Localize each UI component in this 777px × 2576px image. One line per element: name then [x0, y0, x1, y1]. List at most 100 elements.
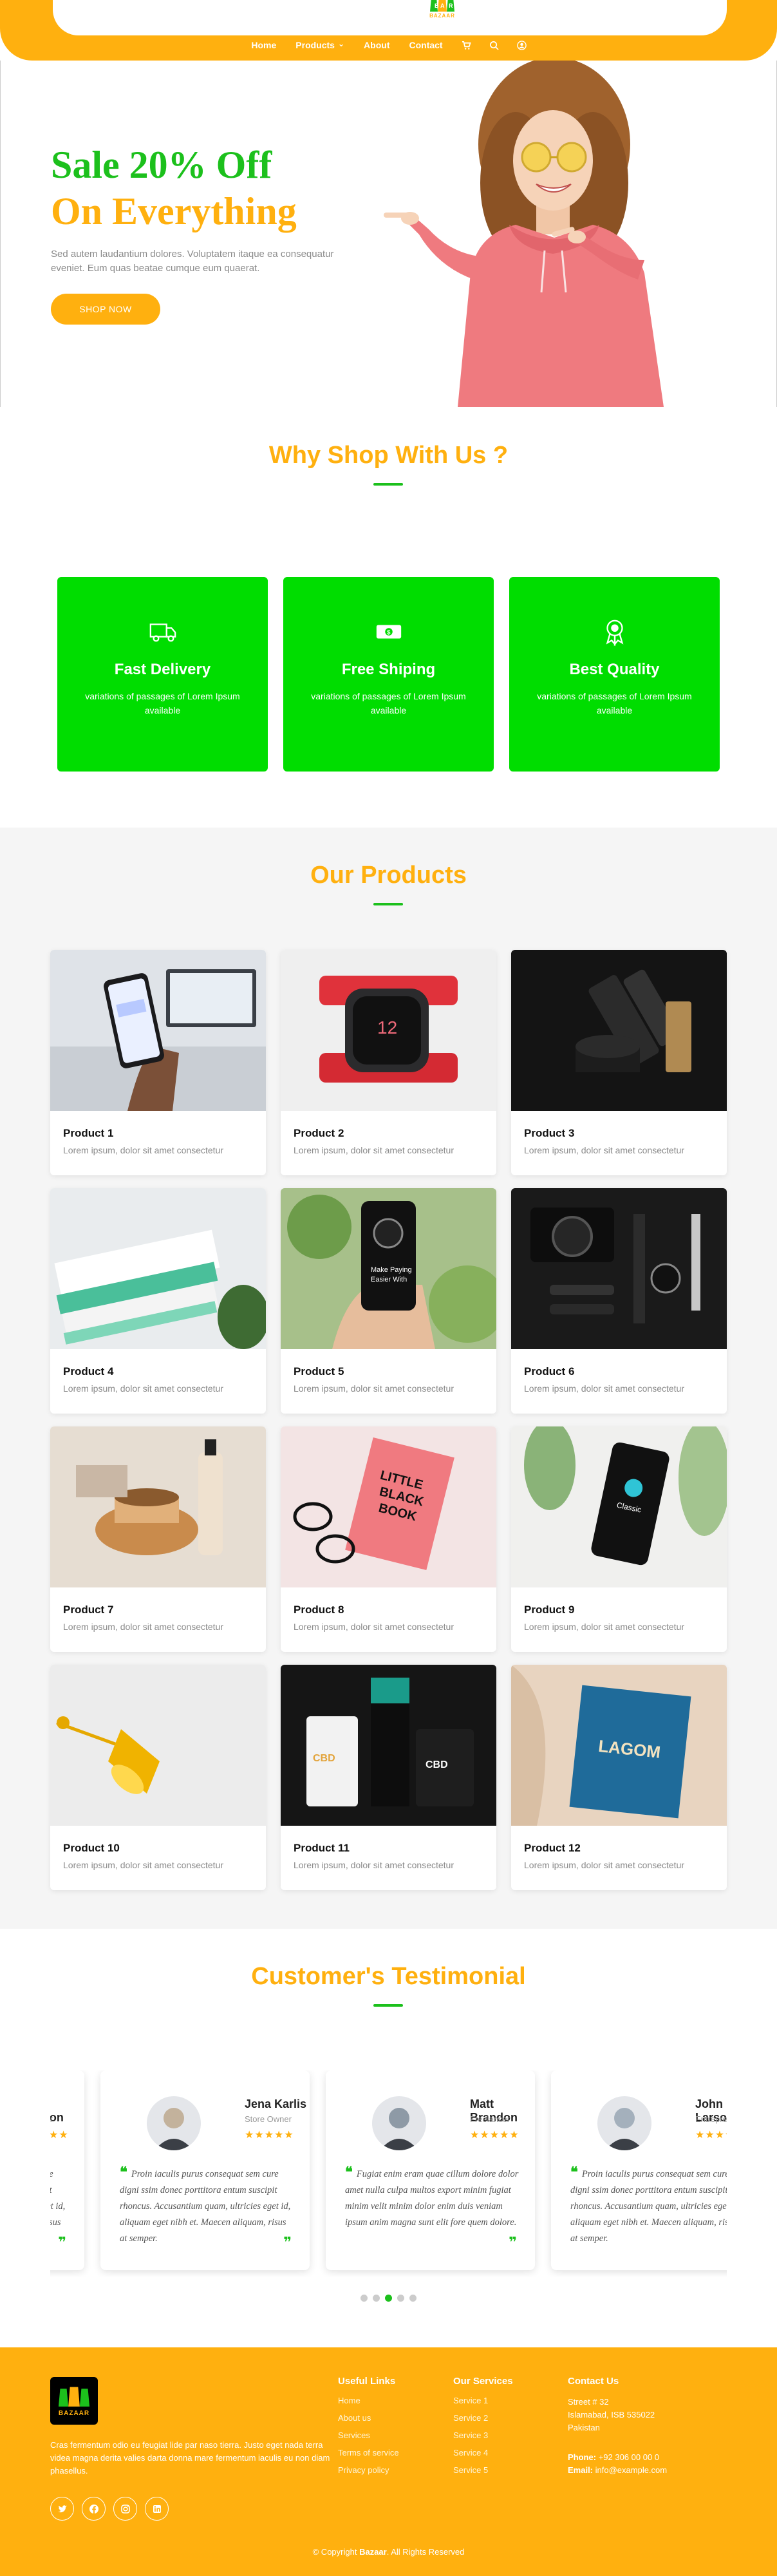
product-card[interactable]: Product 7 Lorem ipsum, dolor sit amet con…: [50, 1426, 266, 1652]
product-image[interactable]: CBD CBD: [281, 1665, 496, 1826]
award-icon: [509, 617, 720, 647]
product-image[interactable]: LITTLE BLACK BOOK: [281, 1426, 496, 1587]
carousel-dot[interactable]: [360, 2295, 368, 2302]
product-image[interactable]: [50, 1188, 266, 1349]
chevron-down-icon: ⌄: [337, 39, 345, 48]
product-image[interactable]: Make Paying Easier With: [281, 1188, 496, 1349]
quote-open-icon: ❝: [345, 2164, 353, 2180]
star-rating-icon: ★★★★★: [245, 2130, 294, 2141]
product-name[interactable]: Product 10: [63, 1842, 120, 1855]
carousel-dot[interactable]: [385, 2295, 392, 2302]
svg-text:CBD: CBD: [313, 1753, 335, 1764]
footer-link[interactable]: Service 1: [453, 2396, 513, 2405]
product-image[interactable]: Classic: [511, 1426, 727, 1587]
nav-products[interactable]: Products ⌄: [286, 39, 354, 50]
product-card[interactable]: Product 4 Lorem ipsum, dolor sit amet con…: [50, 1188, 266, 1414]
product-name[interactable]: Product 4: [63, 1365, 113, 1378]
product-image[interactable]: [50, 1665, 266, 1826]
carousel-dot[interactable]: [397, 2295, 404, 2302]
product-image[interactable]: 12: [281, 950, 496, 1111]
product-name[interactable]: Product 3: [524, 1127, 574, 1140]
bazaar-logo-icon: B A R: [430, 0, 454, 12]
contact-email-value[interactable]: info@example.com: [595, 2465, 667, 2475]
nav-home[interactable]: Home: [241, 40, 286, 50]
footer-link[interactable]: About us: [338, 2413, 399, 2423]
footer-logo[interactable]: BAZAAR: [50, 2377, 98, 2425]
quote-close-icon: ❞: [58, 2234, 66, 2250]
product-image[interactable]: [511, 950, 727, 1111]
product-description: Lorem ipsum, dolor sit amet consectetur: [524, 1622, 684, 1632]
contact-phone-value: +92 306 00 00 0: [598, 2452, 660, 2462]
why-card-text: variations of passages of Lorem Ipsum av…: [85, 691, 240, 715]
linkedin-icon[interactable]: [145, 2497, 169, 2521]
hero-model-image: [361, 61, 722, 407]
product-name[interactable]: Product 6: [524, 1365, 574, 1378]
product-card[interactable]: Make Paying Easier With Product 5 Lorem ips…: [281, 1188, 496, 1414]
product-card[interactable]: LITTLE BLACK BOOK Product 8 Lorem ipsum, dol…: [281, 1426, 496, 1652]
footer-link[interactable]: Service 5: [453, 2465, 513, 2475]
search-icon[interactable]: [480, 41, 508, 50]
testimonial-carousel[interactable]: Sara WilssonDesigner★★★★★❝Proin iaculis …: [50, 2070, 727, 2277]
carousel-dot[interactable]: [409, 2295, 417, 2302]
footer-link[interactable]: Service 2: [453, 2413, 513, 2423]
testimonial-role: Store Owner: [245, 2114, 292, 2124]
star-rating-icon: ★★★★★: [50, 2130, 69, 2141]
product-card[interactable]: Product 10 Lorem ipsum, dolor sit amet co…: [50, 1665, 266, 1890]
footer-link[interactable]: Terms of service: [338, 2448, 399, 2458]
product-image[interactable]: LAGOM: [511, 1665, 727, 1826]
product-name[interactable]: Product 7: [63, 1604, 113, 1616]
product-name[interactable]: Product 12: [524, 1842, 581, 1855]
copyright: © Copyright Bazaar. All Rights Reserved: [0, 2547, 777, 2557]
contact-address-line: Street # 32: [568, 2397, 609, 2407]
footer-link[interactable]: Service 3: [453, 2430, 513, 2440]
why-card-best-quality: Best Quality variations of passages of L…: [509, 577, 720, 772]
shop-now-button[interactable]: SHOP NOW: [51, 294, 160, 325]
hero-title: Sale 20% Off On Everything: [51, 142, 297, 234]
footer-link[interactable]: Home: [338, 2396, 399, 2405]
product-card[interactable]: Classic Product 9 Lorem ipsum, dolor sit a…: [511, 1426, 727, 1652]
copyright-suffix: . All Rights Reserved: [386, 2547, 465, 2557]
why-card-text: variations of passages of Lorem Ipsum av…: [537, 691, 692, 715]
hero-title-line2: On Everything: [51, 190, 297, 232]
product-image[interactable]: [50, 950, 266, 1111]
header: B A R BAZAAR Home Products ⌄ About Conta…: [0, 0, 777, 61]
carousel-dot[interactable]: [373, 2295, 380, 2302]
testimonial-name: Sara Wilsson: [50, 2111, 64, 2124]
facebook-icon[interactable]: [82, 2497, 106, 2521]
testimonial-quote: Fugiat enim eram quae cillum dolore dolo…: [345, 2169, 519, 2228]
product-description: Lorem ipsum, dolor sit amet consectetur: [294, 1145, 454, 1155]
cart-icon[interactable]: [453, 41, 480, 50]
nav-about[interactable]: About: [354, 40, 399, 50]
product-name[interactable]: Product 8: [294, 1604, 344, 1616]
product-card[interactable]: Product 3 Lorem ipsum, dolor sit amet con…: [511, 950, 727, 1175]
user-icon[interactable]: [508, 40, 536, 50]
product-card[interactable]: Product 1 Lorem ipsum, dolor sit amet con…: [50, 950, 266, 1175]
product-name[interactable]: Product 2: [294, 1127, 344, 1140]
product-image[interactable]: [50, 1426, 266, 1587]
bazaar-logo-icon: [58, 2387, 90, 2407]
star-rating-icon: ★★★★★: [470, 2130, 520, 2141]
product-name[interactable]: Product 9: [524, 1604, 574, 1616]
instagram-icon[interactable]: [113, 2497, 137, 2521]
product-card[interactable]: CBD CBD Product 11 Lorem ipsum, dolor sit a…: [281, 1665, 496, 1890]
testimonial-card: John LarsonEntrepreneur★★★★★❝Proin iacul…: [551, 2070, 727, 2270]
product-image[interactable]: [511, 1188, 727, 1349]
footer-link[interactable]: Privacy policy: [338, 2465, 399, 2475]
product-name[interactable]: Product 1: [63, 1127, 113, 1140]
copyright-prefix: © Copyright: [312, 2547, 357, 2557]
footer-link[interactable]: Services: [338, 2430, 399, 2440]
product-name[interactable]: Product 5: [294, 1365, 344, 1378]
footer-link[interactable]: Service 4: [453, 2448, 513, 2458]
hero-title-line1: Sale 20% Off: [51, 144, 272, 186]
testimonial-text: ❝Proin iaculis purus consequat sem cure …: [120, 2164, 294, 2247]
product-card[interactable]: 12 Product 2 Lorem ipsum, dolor sit amet c…: [281, 950, 496, 1175]
product-description: Lorem ipsum, dolor sit amet consectetur: [63, 1860, 223, 1870]
brand-logo[interactable]: B A R BAZAAR: [428, 0, 456, 23]
product-card[interactable]: LAGOM Product 12 Lorem ipsum, dolor sit am…: [511, 1665, 727, 1890]
nav-contact[interactable]: Contact: [399, 40, 452, 50]
product-name[interactable]: Product 11: [294, 1842, 350, 1855]
product-card[interactable]: Product 6 Lorem ipsum, dolor sit amet con…: [511, 1188, 727, 1414]
testimonial-name: Jena Karlis: [245, 2098, 307, 2110]
twitter-icon[interactable]: [50, 2497, 74, 2521]
avatar: [147, 2096, 201, 2150]
